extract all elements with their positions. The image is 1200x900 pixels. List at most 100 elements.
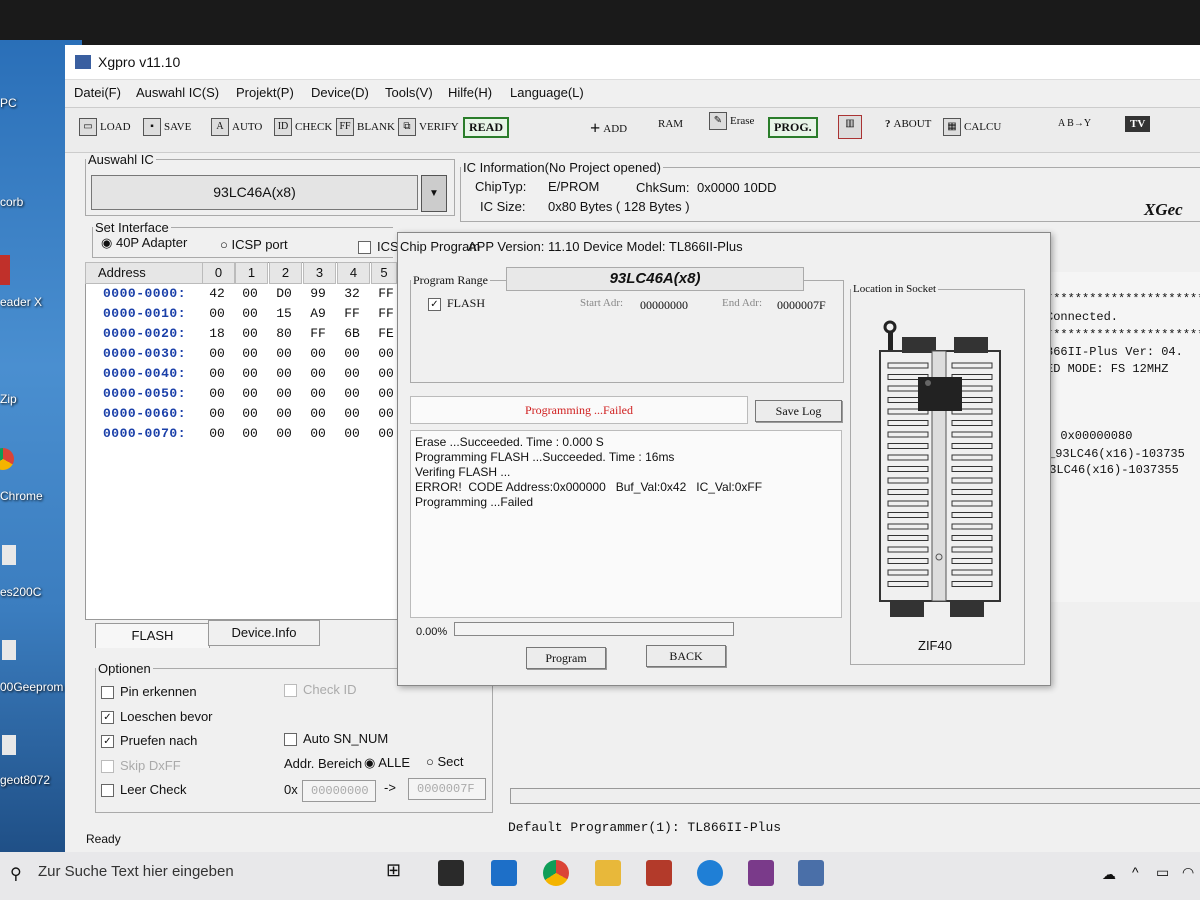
start-address-field[interactable]: 00000000 (302, 780, 376, 802)
hex-row[interactable]: 0000-0040: 00 00 00 00 00 00 (85, 366, 397, 386)
hex-cell[interactable]: 00 (303, 346, 333, 361)
erase-button[interactable]: ✎ Erase (709, 112, 754, 130)
load-button[interactable]: ▭ LOAD (79, 118, 131, 136)
hex-cell[interactable]: 00 (202, 406, 232, 421)
save-log-button[interactable]: Save Log (755, 400, 842, 422)
hex-cell[interactable]: 00 (235, 386, 265, 401)
file-icon[interactable] (2, 640, 16, 660)
ram-button[interactable]: RAM (658, 118, 683, 130)
hex-row[interactable]: 0000-0050: 00 00 00 00 00 00 (85, 386, 397, 406)
winrar-icon[interactable] (646, 860, 672, 886)
hex-cell[interactable]: 00 (235, 366, 265, 381)
title-bar[interactable]: Xgpro v11.10 (65, 45, 1200, 80)
ics-checkbox[interactable]: ICS (358, 239, 399, 255)
mail-icon[interactable] (491, 860, 517, 886)
hex-row[interactable]: 0000-0020: 18 00 80 FF 6B FE (85, 326, 397, 346)
hex-cell[interactable]: 00 (337, 426, 367, 441)
hex-cell[interactable]: 00 (202, 366, 232, 381)
file-icon[interactable] (2, 545, 16, 565)
program-log[interactable]: Erase ...Succeeded. Time : 0.000 S Progr… (410, 430, 842, 618)
hex-cell[interactable]: 32 (337, 286, 367, 301)
hex-cell[interactable]: 00 (269, 366, 299, 381)
chevron-up-icon[interactable]: ^ (1132, 864, 1139, 880)
store-icon[interactable] (438, 860, 464, 886)
network-icon[interactable]: ☁ (1102, 866, 1116, 883)
chrome-icon[interactable] (0, 448, 14, 470)
battery-icon[interactable]: ▭ (1156, 864, 1169, 881)
hex-row[interactable]: 0000-0060: 00 00 00 00 00 00 (85, 406, 397, 426)
read-button[interactable]: READ (463, 117, 510, 138)
hex-cell[interactable]: 6B (337, 326, 367, 341)
calcu-button[interactable]: ▦ CALCU (943, 118, 1001, 136)
tab-device-info[interactable]: Device.Info (208, 620, 320, 646)
hex-cell[interactable]: 00 (202, 346, 232, 361)
tab-flash[interactable]: FLASH (95, 623, 210, 648)
hex-cell[interactable]: 00 (235, 306, 265, 321)
task-view-icon[interactable]: ⊞ (386, 860, 401, 881)
menu-projekt[interactable]: Projekt(P) (236, 85, 294, 100)
taskbar-search-input[interactable]: Zur Suche Text hier eingeben (38, 863, 234, 880)
menu-tools[interactable]: Tools(V) (385, 85, 433, 100)
hex-cell[interactable]: 00 (337, 406, 367, 421)
search-icon[interactable]: ⚲ (10, 864, 22, 884)
hex-cell[interactable]: 00 (235, 346, 265, 361)
end-address-field[interactable]: 0000007F (408, 778, 486, 800)
desktop-icon-label[interactable]: corb (0, 195, 23, 209)
hex-cell[interactable]: 00 (269, 346, 299, 361)
hex-row[interactable]: 0000-0010: 00 00 15 A9 FF FF (85, 306, 397, 326)
auto-sn-checkbox[interactable]: Auto SN_NUM (284, 731, 388, 747)
hex-cell[interactable]: 00 (303, 366, 333, 381)
hex-cell[interactable]: 00 (337, 386, 367, 401)
hex-row[interactable]: 0000-0000: 42 00 D0 99 32 FF (85, 286, 397, 306)
auto-button[interactable]: A AUTO (211, 118, 262, 136)
alle-radio[interactable]: ◉ ALLE (364, 755, 410, 771)
hex-cell[interactable]: 42 (202, 286, 232, 301)
hex-row[interactable]: 0000-0030: 00 00 00 00 00 00 (85, 346, 397, 366)
menu-auswahl-ic[interactable]: Auswahl IC(S) (136, 85, 219, 100)
loeschen-bevor-checkbox[interactable]: ✓ Loeschen bevor (101, 709, 213, 725)
hex-cell[interactable]: 00 (303, 386, 333, 401)
leer-check-checkbox[interactable]: Leer Check (101, 782, 186, 798)
hex-cell[interactable]: 00 (337, 346, 367, 361)
hex-cell[interactable]: 00 (303, 406, 333, 421)
hex-cell[interactable]: 00 (337, 366, 367, 381)
archive-icon[interactable] (748, 860, 774, 886)
prog-button[interactable]: PROG. (768, 117, 818, 138)
wifi-icon[interactable]: ◠ (1182, 864, 1194, 881)
flash-checkbox[interactable]: ✓ FLASH (428, 296, 485, 311)
app-icon[interactable] (0, 255, 10, 285)
icsp-port-radio[interactable]: ○ ICSP port (220, 237, 288, 252)
menu-hilfe[interactable]: Hilfe(H) (448, 85, 492, 100)
hex-cell[interactable]: 00 (269, 406, 299, 421)
hex-cell[interactable]: 00 (202, 386, 232, 401)
hex-cell[interactable]: FF (303, 326, 333, 341)
file-icon[interactable] (2, 735, 16, 755)
program-button[interactable]: Program (526, 647, 606, 669)
hex-cell[interactable]: 00 (235, 286, 265, 301)
adapter-40p-radio[interactable]: ◉ 40P Adapter (101, 235, 187, 251)
verify-button[interactable]: ⧉ VERIFY (398, 118, 459, 136)
file-explorer-icon[interactable] (595, 860, 621, 886)
chrome-icon[interactable] (543, 860, 569, 886)
desktop-icon-label[interactable]: PC (0, 96, 17, 110)
hex-row[interactable]: 0000-0070: 00 00 00 00 00 00 (85, 426, 397, 446)
menu-language[interactable]: Language(L) (510, 85, 584, 100)
desktop-icon-label[interactable]: geot8072 (0, 773, 50, 787)
check-button[interactable]: ID CHECK (274, 118, 332, 136)
hex-cell[interactable]: 00 (269, 386, 299, 401)
sect-radio[interactable]: ○ Sect (426, 754, 463, 769)
logic-test-button[interactable]: A B→Y (1058, 118, 1091, 129)
hex-cell[interactable]: 15 (269, 306, 299, 321)
desktop-icon-label[interactable]: eader X (0, 295, 42, 309)
hex-cell[interactable]: 99 (303, 286, 333, 301)
desktop-icon-label[interactable]: Zip (0, 392, 17, 406)
teamviewer-icon[interactable] (697, 860, 723, 886)
desktop-icon-label[interactable]: es200C (0, 585, 41, 599)
hex-cell[interactable]: 00 (235, 406, 265, 421)
hex-cell[interactable]: 00 (303, 426, 333, 441)
ic-select-combobox[interactable]: 93LC46A(x8) (91, 175, 418, 210)
chip-button[interactable]: ▥ (838, 115, 862, 139)
xgpro-taskbar-icon[interactable] (798, 860, 824, 886)
hex-cell[interactable]: A9 (303, 306, 333, 321)
menu-datei[interactable]: Datei(F) (74, 85, 121, 100)
